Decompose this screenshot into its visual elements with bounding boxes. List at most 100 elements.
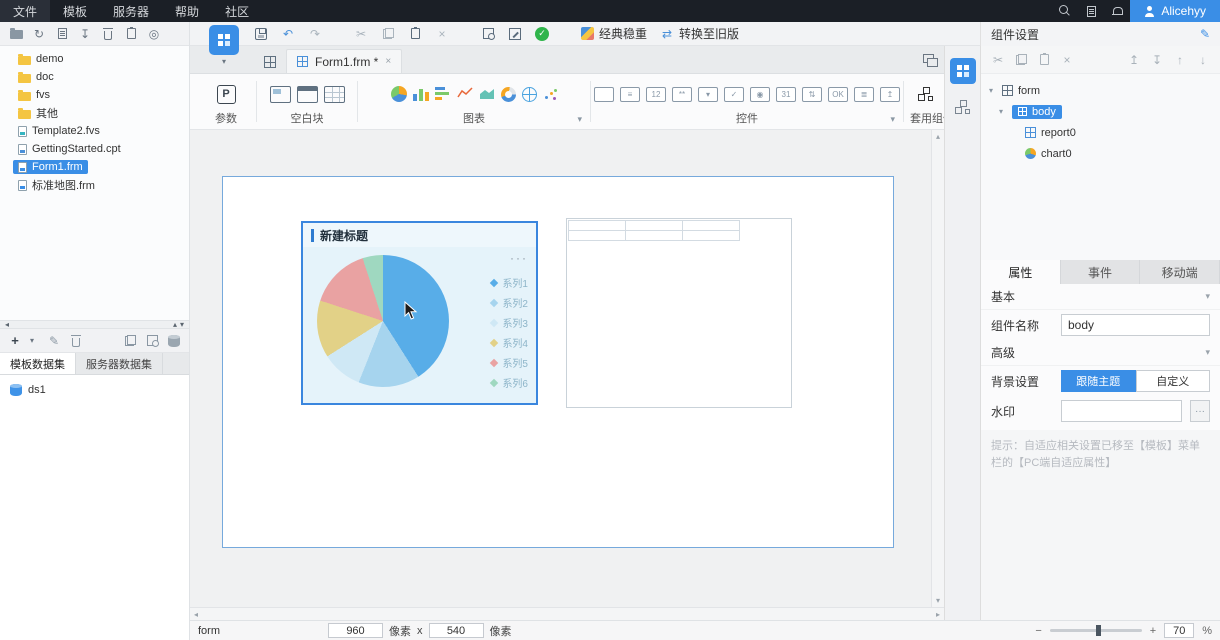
delete-file-icon[interactable] xyxy=(101,26,115,42)
form-body-page[interactable]: 新建标题 ··· 系列1 系列2 系列3 系列4 系列5 系列6 xyxy=(222,176,894,548)
tree-node-chart0[interactable]: chart0 xyxy=(989,143,1220,164)
locate-icon[interactable]: ◎ xyxy=(147,26,161,42)
add-dataset-button[interactable]: + xyxy=(8,333,22,349)
parameter-pane-icon[interactable]: P xyxy=(216,84,236,104)
pie-chart[interactable] xyxy=(317,255,449,387)
window-cascade-icon[interactable] xyxy=(923,54,938,67)
redo-icon[interactable]: ↷ xyxy=(308,26,322,42)
find-replace-icon[interactable] xyxy=(481,26,495,42)
cut-icon[interactable]: ✂ xyxy=(354,26,368,42)
scroll-up-icon[interactable]: ▴ xyxy=(936,132,940,141)
template-type-caret-icon[interactable]: ▾ xyxy=(222,57,226,66)
dataset-item[interactable]: ds1 xyxy=(10,381,189,399)
password-widget-icon[interactable] xyxy=(672,86,692,102)
refresh-icon[interactable]: ↻ xyxy=(32,26,46,42)
expand-caret-icon[interactable]: ▾ xyxy=(999,107,1007,116)
tab-mobile[interactable]: 移动端 xyxy=(1140,260,1220,284)
chart-component-chart0[interactable]: 新建标题 ··· 系列1 系列2 系列3 系列4 系列5 系列6 xyxy=(301,221,538,405)
number-widget-icon[interactable] xyxy=(646,86,666,102)
page-height-input[interactable] xyxy=(428,623,484,638)
cut-component-icon[interactable]: ✂ xyxy=(991,52,1005,68)
new-template-grid-icon[interactable] xyxy=(258,51,282,73)
new-folder-icon[interactable] xyxy=(9,26,23,42)
section-advanced[interactable]: 高级 ▾ xyxy=(981,340,1220,366)
tree-item-folder[interactable]: fvs xyxy=(0,86,189,104)
report-block-icon[interactable] xyxy=(323,85,345,103)
scroll-down-icon[interactable]: ▾ xyxy=(936,596,940,605)
scatter-chart-icon[interactable] xyxy=(543,87,558,102)
theme-button[interactable]: 经典稳重 xyxy=(581,25,647,42)
edit-dataset-icon[interactable]: ✎ xyxy=(47,333,61,349)
tab-template-dataset[interactable]: 模板数据集 xyxy=(0,353,76,374)
tree-item-file[interactable]: Template2.fvs xyxy=(0,122,189,140)
move-bottom-icon[interactable]: ↧ xyxy=(1150,52,1164,68)
tree-node-form[interactable]: ▾ form xyxy=(989,80,1220,101)
section-basic[interactable]: 基本 ▾ xyxy=(981,284,1220,310)
report-component-report0[interactable] xyxy=(566,218,792,408)
tab-close-icon[interactable]: × xyxy=(385,56,391,67)
document-tab-active[interactable]: Form1.frm * × xyxy=(286,49,403,73)
user-account-button[interactable]: Alicehyy xyxy=(1130,0,1220,22)
pie-chart-icon[interactable] xyxy=(390,86,407,102)
template-type-button[interactable]: ▾ xyxy=(204,25,244,71)
line-chart-icon[interactable] xyxy=(456,86,473,103)
menu-item-help[interactable]: 帮助 xyxy=(162,0,212,22)
collapse-up-icon[interactable]: ▴ xyxy=(173,320,177,329)
section-collapse-icon[interactable]: ▾ xyxy=(1205,347,1210,358)
paste-component-icon[interactable] xyxy=(1037,52,1051,68)
convert-old-version-button[interactable]: ⇄ 转换至旧版 xyxy=(660,25,739,42)
tree-item-file-selected[interactable]: Form1.frm xyxy=(0,158,189,176)
tree-item-file[interactable]: 标准地图.frm xyxy=(0,176,189,194)
save-icon[interactable] xyxy=(254,26,268,42)
menu-item-template[interactable]: 模板 xyxy=(50,0,100,22)
tree-item-folder[interactable]: doc xyxy=(0,68,189,86)
collapse-left-icon[interactable]: ◂ xyxy=(5,320,9,329)
copy-icon[interactable] xyxy=(381,26,395,42)
delete-component-icon[interactable]: × xyxy=(1060,52,1074,68)
textarea-widget-icon[interactable] xyxy=(620,86,640,102)
radio-widget-icon[interactable] xyxy=(750,86,770,102)
panel-splitter[interactable]: ◂ ▴ ▾ xyxy=(0,320,189,329)
zoom-value-input[interactable] xyxy=(1164,623,1195,638)
copy-dataset-icon[interactable] xyxy=(123,333,137,349)
move-down-icon[interactable]: ↓ xyxy=(1196,52,1210,68)
edit-component-icon[interactable]: ✎ xyxy=(1200,27,1210,41)
map-chart-icon[interactable] xyxy=(521,86,537,102)
tree-node-report0[interactable]: report0 xyxy=(989,122,1220,143)
template-preview-icon[interactable] xyxy=(55,26,69,42)
notification-bell-icon[interactable] xyxy=(1104,0,1130,22)
column-chart-icon[interactable] xyxy=(412,87,429,101)
fileupload-widget-icon[interactable] xyxy=(880,86,900,102)
collapse-down-icon[interactable]: ▾ xyxy=(180,320,184,329)
delete-dataset-icon[interactable] xyxy=(69,333,83,349)
copy-component-icon[interactable] xyxy=(1014,52,1028,68)
tree-item-folder[interactable]: 其他 xyxy=(0,104,189,122)
chart-plot-area[interactable]: ··· 系列1 系列2 系列3 系列4 系列5 系列6 xyxy=(303,247,536,403)
preview-dataset-icon[interactable] xyxy=(145,333,159,349)
zoom-out-icon[interactable]: − xyxy=(1035,625,1041,637)
move-top-icon[interactable]: ↥ xyxy=(1127,52,1141,68)
bg-option-custom[interactable]: 自定义 xyxy=(1135,370,1210,392)
tree-item-folder[interactable]: demo xyxy=(0,50,189,68)
menu-item-server[interactable]: 服务器 xyxy=(100,0,162,22)
area-chart-icon[interactable] xyxy=(479,86,495,103)
bar-chart-icon[interactable] xyxy=(434,87,451,101)
design-canvas[interactable]: 新建标题 ··· 系列1 系列2 系列3 系列4 系列5 系列6 ▴ ▾ xyxy=(190,130,944,607)
expand-caret-icon[interactable]: ▾ xyxy=(989,86,997,95)
format-brush-icon[interactable] xyxy=(508,26,522,42)
page-width-input[interactable] xyxy=(328,623,383,638)
scroll-right-icon[interactable]: ▸ xyxy=(936,610,940,619)
date-widget-icon[interactable] xyxy=(776,86,796,102)
zoom-slider[interactable] xyxy=(1049,625,1142,636)
zoom-slider-thumb[interactable] xyxy=(1095,625,1101,636)
tree-item-file[interactable]: GettingStarted.cpt xyxy=(0,140,189,158)
tab-events[interactable]: 事件 xyxy=(1060,260,1141,284)
bg-option-follow-theme[interactable]: 跟随主题 xyxy=(1061,370,1136,392)
treeview-widget-icon[interactable] xyxy=(854,86,874,102)
component-name-input[interactable] xyxy=(1061,314,1210,336)
import-icon[interactable]: ↧ xyxy=(78,26,92,42)
undo-icon[interactable]: ↶ xyxy=(281,26,295,42)
close-template-icon[interactable]: × xyxy=(435,26,449,42)
tab-layout-block-icon[interactable] xyxy=(296,85,318,103)
gauge-chart-icon[interactable] xyxy=(500,86,516,102)
